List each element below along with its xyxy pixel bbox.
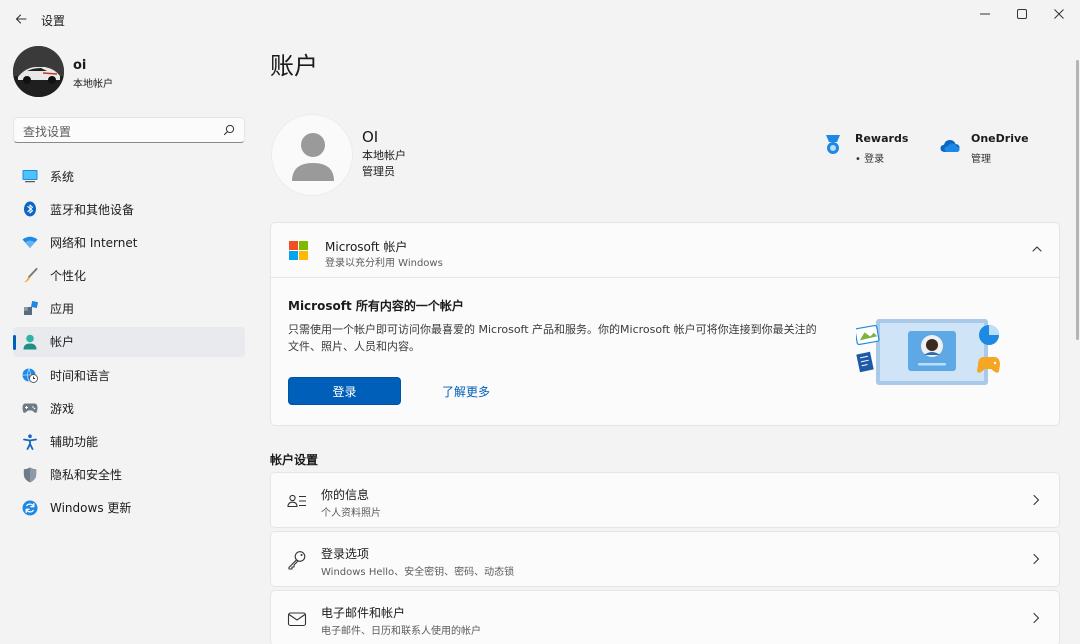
microsoft-account-title: Microsoft 帐户 xyxy=(325,240,408,254)
close-button[interactable] xyxy=(1036,0,1080,28)
sidebar-item-system[interactable]: 系统 xyxy=(13,161,245,191)
title-bar: 设置 xyxy=(0,0,1080,38)
sidebar-item-label: 网络和 Internet xyxy=(50,235,138,250)
onedrive-subtitle: 管理 xyxy=(971,154,991,165)
globe-clock-icon xyxy=(22,367,38,384)
sidebar-item-network[interactable]: 网络和 Internet xyxy=(13,227,245,257)
close-icon xyxy=(1054,9,1064,19)
mail-icon xyxy=(287,612,307,627)
accessibility-icon xyxy=(22,433,38,450)
paintbrush-icon xyxy=(22,268,38,284)
maximize-icon xyxy=(1017,9,1027,19)
sidebar-item-bluetooth[interactable]: 蓝牙和其他设备 xyxy=(13,194,245,224)
sign-in-button[interactable]: 登录 xyxy=(288,377,401,405)
chevron-up-icon[interactable] xyxy=(1031,243,1043,255)
sidebar-item-label: 时间和语言 xyxy=(50,368,111,383)
settings-window: 设置 oi 本地帐户 查找设置 系统 蓝牙和其他设备 网络和 Internet … xyxy=(0,0,1080,644)
account-name: OI xyxy=(362,128,379,146)
car-photo-icon xyxy=(13,46,64,97)
row-subtitle: 个人资料照片 xyxy=(321,508,381,519)
sidebar-item-privacy[interactable]: 隐私和安全性 xyxy=(13,460,245,490)
id-card-icon xyxy=(287,494,306,508)
sidebar-item-label: 应用 xyxy=(50,302,75,317)
account-role: 管理员 xyxy=(362,165,395,178)
chevron-right-icon xyxy=(1033,494,1040,506)
row-title: 登录选项 xyxy=(321,547,370,561)
sidebar-item-accessibility[interactable]: 辅助功能 xyxy=(13,427,245,457)
sidebar-item-gaming[interactable]: 游戏 xyxy=(13,393,245,423)
rewards-subtitle: • 登录 xyxy=(855,154,885,165)
arrow-left-icon xyxy=(15,14,27,24)
search-icon[interactable] xyxy=(222,123,236,137)
search-input[interactable]: 查找设置 xyxy=(23,123,71,140)
microsoft-account-body-text: 只需使用一个帐户即可访问你最喜爱的 Microsoft 产品和服务。你的Micr… xyxy=(288,323,817,353)
sidebar-item-label: 辅助功能 xyxy=(50,435,99,449)
account-avatar[interactable] xyxy=(271,114,353,196)
onedrive-cloud-icon xyxy=(940,140,960,152)
sidebar-item-label: 游戏 xyxy=(50,401,75,416)
sidebar-item-time-language[interactable]: 时间和语言 xyxy=(13,360,245,390)
system-display-icon xyxy=(22,168,38,184)
profile-account-type: 本地帐户 xyxy=(73,79,113,90)
learn-more-link[interactable]: 了解更多 xyxy=(442,383,490,400)
app-title: 设置 xyxy=(41,14,66,28)
row-subtitle: 电子邮件、日历和联系人使用的帐户 xyxy=(321,626,481,637)
person-placeholder-icon xyxy=(292,133,334,181)
minimize-icon xyxy=(980,13,990,15)
sidebar-item-label: 隐私和安全性 xyxy=(50,468,123,483)
onedrive-title: OneDrive xyxy=(971,132,1029,145)
rewards-medal-icon xyxy=(826,135,840,154)
row-title: 电子邮件和帐户 xyxy=(321,606,406,620)
sidebar-nav: 系统 蓝牙和其他设备 网络和 Internet 个性化 应用 帐户 时间和语言 … xyxy=(13,161,245,526)
account-settings-heading: 帐户设置 xyxy=(270,453,319,467)
microsoft-account-header[interactable]: Microsoft 帐户 登录以充分利用 Windows xyxy=(271,223,1059,278)
back-button[interactable] xyxy=(8,6,34,32)
sidebar-item-label: Windows 更新 xyxy=(50,501,132,516)
sidebar-item-label: 系统 xyxy=(50,169,75,184)
rewards-title: Rewards xyxy=(855,132,909,145)
key-icon xyxy=(288,551,306,570)
profile-name: oi xyxy=(73,58,87,73)
microsoft-account-subtitle: 登录以充分利用 Windows xyxy=(325,258,443,269)
wifi-icon xyxy=(22,234,38,250)
sidebar-item-personalization[interactable]: 个性化 xyxy=(13,261,245,291)
chevron-right-icon xyxy=(1033,612,1040,624)
chevron-right-icon xyxy=(1033,553,1040,565)
sidebar-item-label: 帐户 xyxy=(50,335,75,350)
account-type: 本地帐户 xyxy=(362,149,406,162)
row-title: 你的信息 xyxy=(321,488,370,502)
row-subtitle: Windows Hello、安全密钥、密码、动态锁 xyxy=(321,567,515,578)
gamepad-icon xyxy=(22,400,38,416)
sidebar-item-accounts[interactable]: 帐户 xyxy=(13,326,245,357)
apps-icon xyxy=(22,301,38,317)
search-box[interactable]: 查找设置 xyxy=(13,117,245,143)
microsoft-account-body-title: Microsoft 所有内容的一个帐户 xyxy=(288,299,464,313)
page-title: 账户 xyxy=(270,52,318,80)
your-info-row[interactable]: 你的信息 个人资料照片 xyxy=(270,472,1060,528)
scrollbar[interactable] xyxy=(1076,60,1079,340)
microsoft-account-card: Microsoft 帐户 登录以充分利用 Windows Microsoft 所… xyxy=(270,222,1060,426)
connected-devices-illustration xyxy=(856,319,1000,385)
sidebar-item-label: 个性化 xyxy=(50,269,87,284)
sidebar-item-windows-update[interactable]: Windows 更新 xyxy=(13,493,245,523)
avatar[interactable] xyxy=(13,46,64,97)
sidebar-item-apps[interactable]: 应用 xyxy=(13,294,245,324)
bluetooth-icon xyxy=(22,201,38,217)
shield-icon xyxy=(22,467,38,483)
person-icon xyxy=(22,334,38,350)
update-icon xyxy=(22,500,38,516)
email-accounts-row[interactable]: 电子邮件和帐户 电子邮件、日历和联系人使用的帐户 xyxy=(270,590,1060,644)
sidebar-item-label: 蓝牙和其他设备 xyxy=(50,202,135,217)
microsoft-logo-icon xyxy=(289,241,308,260)
sign-in-options-row[interactable]: 登录选项 Windows Hello、安全密钥、密码、动态锁 xyxy=(270,531,1060,587)
active-indicator xyxy=(13,334,16,350)
